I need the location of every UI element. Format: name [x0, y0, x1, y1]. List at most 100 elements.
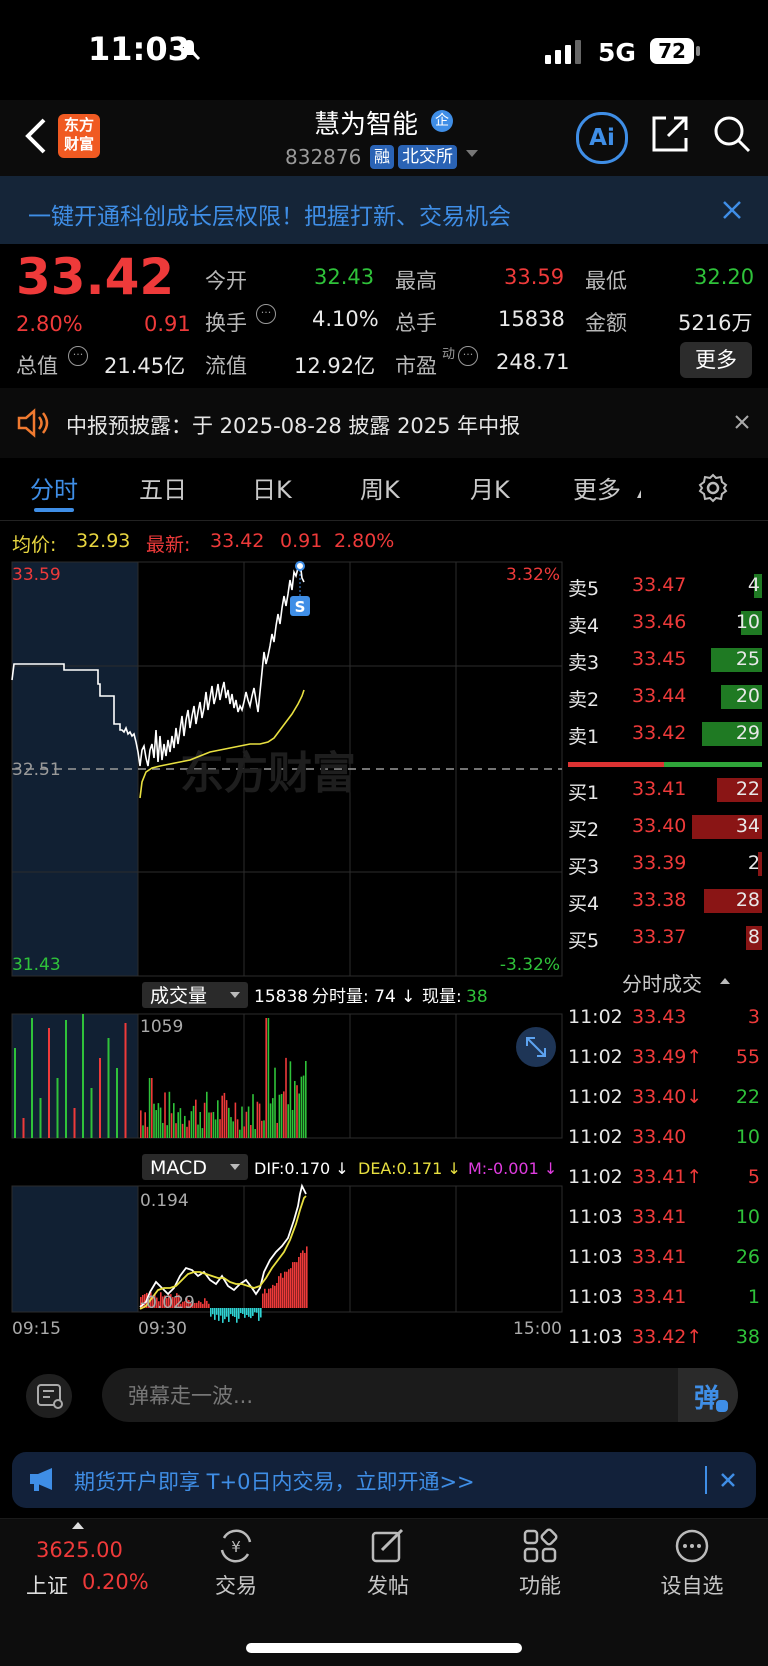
volume-minute: 分时量: 74 ↓	[312, 987, 415, 1007]
volume-bar	[210, 1112, 212, 1138]
volume-bar	[73, 1108, 76, 1138]
info-icon[interactable]: ···	[68, 346, 88, 366]
macd-bar	[306, 1246, 308, 1308]
index-value[interactable]: 3625.00	[36, 1538, 123, 1562]
bid-level-label: 买1	[568, 782, 600, 804]
stock-code: 832876	[285, 145, 362, 169]
more-button[interactable]: 更多	[680, 342, 752, 378]
tab-functions[interactable]: 功能	[490, 1570, 590, 1600]
bid-row[interactable]: 买4 33.38 28	[566, 887, 766, 917]
tick-list: 11:02 33.43 3 11:02 33.49↑ 55 11:02 33.40↓ 22 11:…	[566, 1000, 766, 1350]
low-value: 32.20	[694, 265, 755, 289]
volume-bar	[269, 1103, 272, 1138]
promo-text[interactable]: 期货开户即享 T+0日内交易，立即开通>>	[74, 1466, 475, 1496]
ticks-title[interactable]: 分时成交	[622, 968, 702, 997]
tab-monthly[interactable]: 月K	[470, 470, 510, 505]
pe-value: 248.71	[496, 350, 570, 374]
bid-row[interactable]: 买1 33.41 22	[566, 776, 766, 806]
brand-logo[interactable]: 东方 财富	[58, 114, 100, 158]
macd-bar	[256, 1308, 258, 1313]
volume-bar	[283, 1091, 285, 1138]
index-pct[interactable]: 0.20%	[82, 1570, 149, 1594]
bid-ask-ratio-red	[568, 762, 664, 767]
macd-bar	[230, 1308, 232, 1315]
volume-bar	[140, 1110, 142, 1138]
ask-row[interactable]: 卖1 33.42 29	[566, 720, 766, 750]
megaphone-icon	[30, 1468, 52, 1491]
info-icon[interactable]: ···	[256, 304, 276, 324]
index-name[interactable]: 上证	[26, 1570, 68, 1600]
search-icon[interactable]	[712, 114, 752, 154]
tab-daily[interactable]: 日K	[252, 470, 292, 505]
latest-label: 最新:	[146, 534, 191, 556]
ask-level-label: 卖4	[568, 615, 600, 637]
bid-row[interactable]: 买5 33.37 8	[566, 924, 766, 954]
macd-bar	[250, 1308, 252, 1319]
volume-bar	[14, 1048, 16, 1138]
volume-bar	[263, 1120, 265, 1138]
volume-bar	[99, 1058, 101, 1138]
close-icon[interactable]	[720, 1472, 736, 1488]
gear-icon[interactable]	[697, 472, 729, 504]
tab-five-day[interactable]: 五日	[139, 470, 187, 505]
volume-bar	[153, 1103, 155, 1138]
bid-row[interactable]: 买3 33.39 2	[566, 850, 766, 880]
macd-bar	[294, 1262, 296, 1308]
close-icon[interactable]	[734, 414, 750, 430]
ai-button[interactable]: Ai	[576, 112, 628, 164]
tick-qty: 10	[735, 1126, 760, 1148]
collapse-arrow-icon[interactable]	[720, 978, 730, 984]
functions-icon[interactable]	[522, 1528, 558, 1564]
high-marker	[295, 561, 305, 571]
macd-bar	[262, 1293, 264, 1308]
tab-post[interactable]: 发帖	[338, 1570, 438, 1600]
ask-price: 33.47	[632, 574, 687, 596]
tick-time: 11:02	[568, 1086, 623, 1108]
tab-customize[interactable]: 设自选	[642, 1570, 742, 1600]
signal-marker-label: S	[295, 598, 306, 616]
tab-more[interactable]: 更多	[573, 470, 621, 505]
bid-level-label: 买5	[568, 930, 600, 952]
post-icon[interactable]	[370, 1528, 406, 1564]
tab-indicator	[34, 508, 74, 512]
volume-bar	[90, 1088, 93, 1138]
tab-weekly[interactable]: 周K	[360, 470, 400, 505]
banner-text[interactable]: 一键开通科创成长层权限！把握打新、交易机会	[28, 197, 511, 231]
macd-dea: DEA:0.171 ↓	[358, 1159, 461, 1178]
trade-icon[interactable]: ¥	[216, 1528, 256, 1564]
premarket-shade-macd	[12, 1186, 138, 1312]
tick-time: 11:03	[568, 1326, 623, 1348]
volume-bar	[155, 1110, 157, 1138]
more-circle-icon[interactable]	[674, 1528, 710, 1564]
macd-bar	[252, 1308, 254, 1316]
bid-row[interactable]: 买2 33.40 34	[566, 813, 766, 843]
volume-bar	[252, 1094, 254, 1138]
ask-row[interactable]: 卖4 33.46 10	[566, 609, 766, 639]
home-indicator[interactable]	[246, 1643, 522, 1653]
macd-bar	[266, 1293, 268, 1308]
tab-intraday[interactable]: 分时	[30, 470, 78, 505]
tab-trade[interactable]: 交易	[186, 1570, 286, 1600]
volume-bar	[247, 1106, 250, 1138]
back-arrow-icon[interactable]	[24, 116, 48, 156]
ask-row[interactable]: 卖3 33.45 25	[566, 646, 766, 676]
latest-pct: 2.80%	[334, 530, 395, 552]
volume-bar	[305, 1060, 307, 1138]
y-bottom-label: 31.43	[12, 955, 61, 975]
margin-tag: 融	[370, 145, 394, 169]
ask-row[interactable]: 卖5 33.47 4	[566, 572, 766, 602]
more-arrow-icon	[633, 490, 641, 498]
info-icon[interactable]: ···	[458, 346, 478, 366]
svg-text:¥: ¥	[231, 1538, 241, 1556]
mktcap-value: 21.45亿	[104, 354, 186, 378]
close-icon[interactable]	[722, 200, 742, 220]
volume-bar	[250, 1124, 252, 1138]
volume-ytick: 1059	[140, 1017, 183, 1037]
signal-icon	[545, 40, 581, 64]
share-icon[interactable]	[650, 114, 690, 154]
status-bar: 11:03 5G 72	[0, 0, 768, 100]
ask-row[interactable]: 卖2 33.44 20	[566, 683, 766, 713]
chevron-down-icon[interactable]	[466, 150, 478, 157]
status-time: 11:03	[88, 30, 190, 68]
macd-bar	[220, 1308, 222, 1316]
